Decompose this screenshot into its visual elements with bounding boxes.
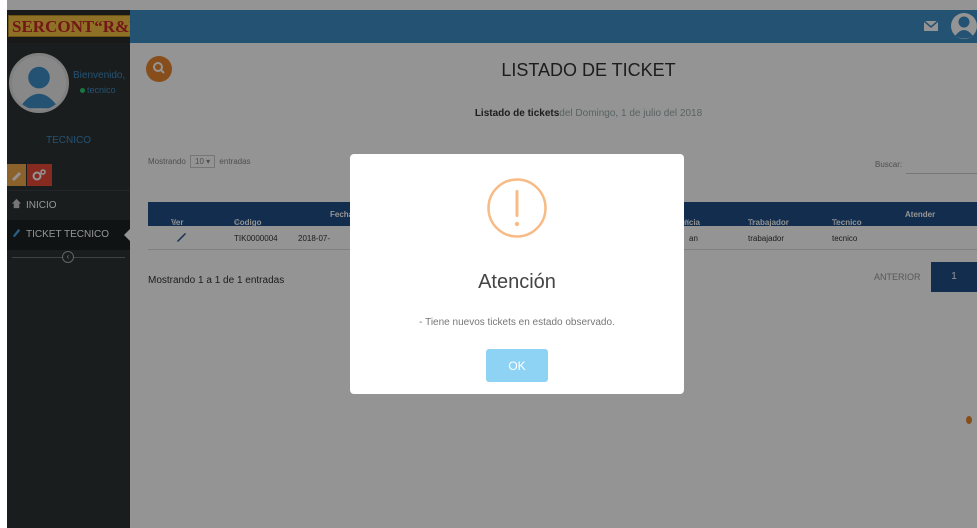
alert-dialog: Atención - Tiene nuevos tickets en estad… [350, 154, 684, 394]
left-margin [0, 0, 7, 528]
warning-icon [487, 178, 547, 238]
dialog-message: - Tiene nuevos tickets en estado observa… [419, 317, 615, 328]
dialog-title: Atención [478, 271, 556, 293]
ok-button[interactable]: OK [486, 349, 548, 382]
app-window: SERCONT“R&D” Bienvenido, tecnico TECNICO… [0, 0, 977, 528]
